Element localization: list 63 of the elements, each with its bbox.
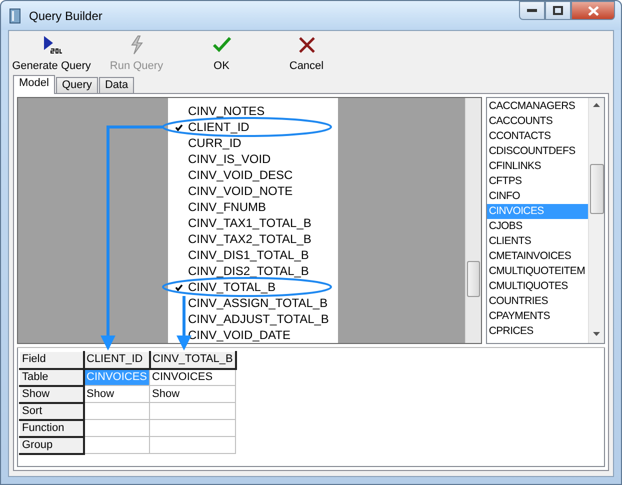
maximize-button[interactable] (545, 1, 571, 20)
field-item[interactable]: CINV_ADJUST_TOTAL_B (188, 311, 329, 327)
minimize-button[interactable] (519, 1, 545, 20)
table-item[interactable]: CPRICES (486, 324, 588, 339)
maximize-icon (553, 6, 563, 15)
checkmark-icon (212, 35, 232, 55)
window-title: Query Builder (29, 8, 102, 24)
table-item[interactable]: CACCOUNTS (486, 114, 588, 129)
column-header[interactable]: CLIENT_ID (84, 352, 150, 368)
table-item[interactable]: CMULTIQUOTES (486, 279, 588, 294)
field-item[interactable]: CINV_NOTES (188, 103, 265, 119)
cancel-button[interactable]: Cancel (264, 35, 349, 75)
field-item[interactable]: CINV_IS_VOID (188, 151, 271, 167)
table-item[interactable]: CLIENTS (486, 234, 588, 249)
row-header: Field (20, 352, 84, 368)
grid-cell[interactable]: Show (84, 386, 150, 402)
grid-cell[interactable]: CINVOICES (150, 368, 236, 386)
close-button[interactable] (571, 1, 615, 20)
cross-icon (296, 35, 316, 55)
field-item[interactable]: CINV_TAX1_TOTAL_B (188, 215, 312, 231)
scroll-down-icon[interactable] (593, 332, 600, 336)
grid-cell[interactable] (84, 436, 150, 454)
table-item[interactable]: CFTPS (486, 174, 588, 189)
tab[interactable]: Model (13, 75, 55, 94)
grid-cell[interactable] (84, 402, 150, 420)
tab[interactable]: Data (98, 77, 134, 93)
field-item[interactable]: CINV_VOID_NOTE (188, 183, 293, 199)
column-header[interactable]: CINV_TOTAL_B (150, 352, 236, 368)
scroll-up-icon[interactable] (593, 103, 600, 108)
scroll-thumb[interactable] (466, 261, 480, 297)
table-item[interactable]: CFINLINKS (486, 159, 588, 174)
table-item[interactable]: CMETAINVOICES (486, 249, 588, 264)
minimize-icon (527, 9, 537, 12)
table-item[interactable]: CDISCOUNTDEFS (486, 144, 588, 159)
close-icon (588, 6, 598, 16)
field-item[interactable]: CINV_VOID_DATE (188, 327, 290, 343)
field-item[interactable]: CINV_DIS2_TOTAL_B (188, 263, 309, 279)
scroll-thumb[interactable] (590, 164, 604, 214)
table-item[interactable]: CJOBS (486, 219, 588, 234)
field-item[interactable]: CURR_ID (188, 135, 242, 151)
table-item[interactable]: CCONTACTS (486, 129, 588, 144)
table-item[interactable]: CPAYMENTS (486, 309, 588, 324)
tab[interactable]: Query (56, 77, 98, 93)
field-item[interactable]: CINV_VOID_DESC (188, 167, 293, 183)
sql-icon (42, 35, 62, 55)
app-icon (9, 8, 21, 24)
field-item[interactable]: CINV_TAX2_TOTAL_B (188, 231, 312, 247)
grid-cell[interactable] (84, 420, 150, 436)
table-item[interactable]: COUNTRIES (486, 294, 588, 309)
grid-cell[interactable] (150, 402, 236, 420)
generate-query-button[interactable]: Generate Query (9, 35, 94, 75)
table-item[interactable]: CACCMANAGERS (486, 99, 588, 114)
field-item[interactable]: CLIENT_ID (188, 119, 250, 135)
ok-button[interactable]: OK (179, 35, 264, 75)
grid-cell[interactable] (150, 420, 236, 436)
table-item[interactable]: CMULTIQUOTEITEM (486, 264, 588, 279)
field-item[interactable]: CINV_ASSIGN_TOTAL_B (188, 295, 328, 311)
field-item[interactable]: CINV_DIS1_TOTAL_B (188, 247, 309, 263)
field-item[interactable]: CINV_FNUMB (188, 199, 266, 215)
field-item[interactable]: CINV_TOTAL_B (188, 279, 276, 295)
grid-cell[interactable]: Show (150, 386, 236, 402)
grid-cell[interactable] (150, 436, 236, 454)
table-item[interactable]: CINFO (486, 189, 588, 204)
